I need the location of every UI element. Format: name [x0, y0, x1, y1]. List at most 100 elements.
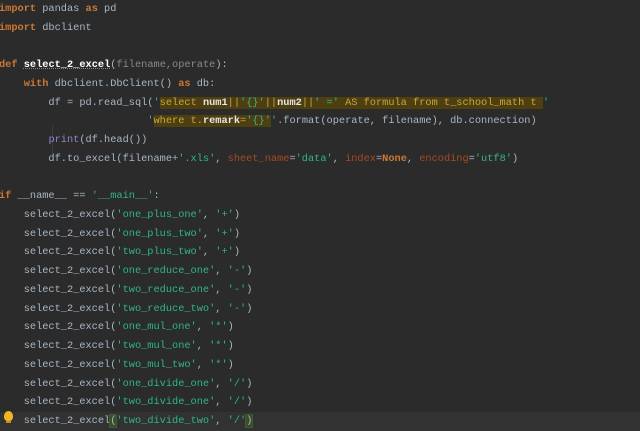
code-line[interactable] [0, 169, 640, 188]
code-token: as [85, 3, 98, 15]
code-token: 'one_divide_one' [116, 377, 216, 390]
code-line[interactable]: df.to_excel(filename+'.xls', sheet_name=… [0, 150, 640, 169]
code-token: select_2_excel( [0, 283, 117, 296]
code-line[interactable]: select_2_excel('two_divide_one', '/') [0, 393, 640, 412]
code-token: ) [227, 321, 234, 334]
code-token: ' [147, 115, 154, 128]
code-token: None [382, 152, 407, 165]
code-token: ) [227, 358, 234, 371]
code-token: , [215, 283, 228, 296]
code-line[interactable]: select_2_excel('one_plus_one', '+') [0, 206, 640, 225]
code-token: ) [227, 340, 234, 353]
code-token: 'two_mul_one' [116, 340, 197, 353]
code-token: select_2_excel( [0, 302, 117, 315]
code-token: , [202, 246, 216, 259]
code-token: ): [215, 59, 228, 72]
code-token: , [215, 415, 228, 428]
lightbulb-icon[interactable] [4, 411, 13, 423]
code-token: print [48, 134, 80, 147]
code-token: , [215, 152, 228, 165]
code-token: pandas [36, 3, 86, 15]
code-token: 'utf8' [474, 152, 512, 165]
code-line[interactable]: select_2_excel('one_plus_two', '+') [0, 225, 640, 244]
code-line[interactable]: import dbclient [0, 19, 640, 38]
code-token: df.to_excel(filename+ [0, 152, 179, 165]
code-token: index [345, 152, 376, 165]
code-editor[interactable]: import pandas as pd import dbclient def se… [0, 0, 640, 431]
code-token: , [202, 227, 216, 240]
code-line[interactable]: select_2_excel('one_mul_one', '*') [0, 318, 640, 337]
code-token: 'one_plus_one' [116, 209, 203, 222]
code-token: select_2_excel( [0, 209, 117, 222]
code-token: db: [190, 77, 216, 90]
code-token: select_2_excel( [0, 246, 117, 259]
code-line[interactable]: def select_2_excel(filename,operate): [0, 56, 640, 75]
code-line[interactable] [0, 37, 640, 56]
code-line[interactable]: select_2_excel('one_reduce_one', '-') [0, 262, 640, 281]
code-token: select [159, 96, 203, 109]
code-line[interactable]: select_2_excel('two_reduce_two', '-') [0, 300, 640, 319]
code-line[interactable]: select_2_excel('two_mul_two', '*') [0, 356, 640, 375]
code-line[interactable]: select_2_excel('two_divide_two', '/') [0, 412, 640, 431]
code-token: , [332, 152, 346, 165]
code-token: '-' [227, 283, 247, 296]
code-token: '{}' [246, 115, 271, 128]
code-token: if [0, 190, 12, 203]
code-token: ) [246, 302, 253, 315]
code-line[interactable]: 'where t.remark='{}''.format(operate, fi… [0, 112, 640, 131]
code-token: 'two_reduce_two' [116, 302, 216, 315]
code-token: 'two_reduce_one' [116, 283, 216, 296]
code-token: where t. [153, 115, 203, 128]
code-token: '__main__' [91, 190, 154, 203]
code-token: import [0, 21, 37, 34]
code-line[interactable]: print(df.head()) [0, 131, 640, 150]
code-token: '.xls' [178, 152, 216, 165]
code-token: as [178, 77, 191, 90]
code-line[interactable]: import pandas as pd [0, 0, 640, 19]
code-token: 'two_divide_two' [116, 415, 216, 428]
code-token: .format(operate, filename), db.connectio… [277, 115, 537, 128]
code-token: ' =' [314, 96, 339, 109]
code-line[interactable]: select_2_excel('one_divide_one', '/') [0, 375, 640, 394]
code-token: 'two_divide_one' [116, 396, 216, 409]
code-token: '*' [209, 321, 228, 334]
code-token: 'two_plus_two' [116, 246, 203, 259]
code-token: (df.head()) [79, 134, 148, 147]
code-token: select_2_excel( [0, 377, 117, 390]
code-token: select_2_excel( [0, 396, 117, 409]
code-line[interactable]: select_2_excel('two_reduce_one', '-') [0, 281, 640, 300]
code-line[interactable]: with dbclient.DbClient() as db: [0, 75, 640, 94]
code-token: ) [246, 396, 253, 409]
code-token: , [215, 396, 228, 409]
code-line[interactable]: select_2_excel('two_mul_one', '*') [0, 337, 640, 356]
code-token: '+' [215, 227, 234, 240]
code-token: 'one_mul_one' [116, 321, 197, 334]
code-token: , [196, 321, 210, 334]
code-token: , [215, 265, 228, 278]
code-token: ) [246, 283, 253, 296]
code-token: __name__ == [11, 190, 92, 203]
code-token: ' [542, 96, 549, 109]
code-token: '+' [215, 209, 234, 222]
code-token: ) [245, 414, 254, 429]
code-token: ) [511, 152, 519, 165]
code-token: '/' [227, 377, 247, 390]
code-token: ) [246, 377, 253, 390]
code-token: ) [233, 209, 241, 222]
code-token: , [196, 358, 210, 371]
code-token: select_2_excel( [0, 340, 117, 353]
code-line[interactable]: if __name__ == '__main__': [0, 187, 640, 206]
code-token: sheet_name [227, 152, 290, 165]
code-token: '-' [227, 265, 247, 278]
code-token: ) [233, 227, 241, 240]
code-token: filename,operate [116, 59, 216, 72]
code-line[interactable]: df = pd.read_sql('select num1||'{}'||num… [0, 94, 640, 113]
code-token: '{}' [240, 96, 265, 109]
code-token: AS formula from t_school_math t [338, 96, 543, 109]
code-token: || [264, 96, 278, 109]
code-token: with [23, 77, 49, 90]
code-token: pd [97, 3, 117, 15]
code-line[interactable]: select_2_excel('two_plus_two', '+') [0, 243, 640, 262]
